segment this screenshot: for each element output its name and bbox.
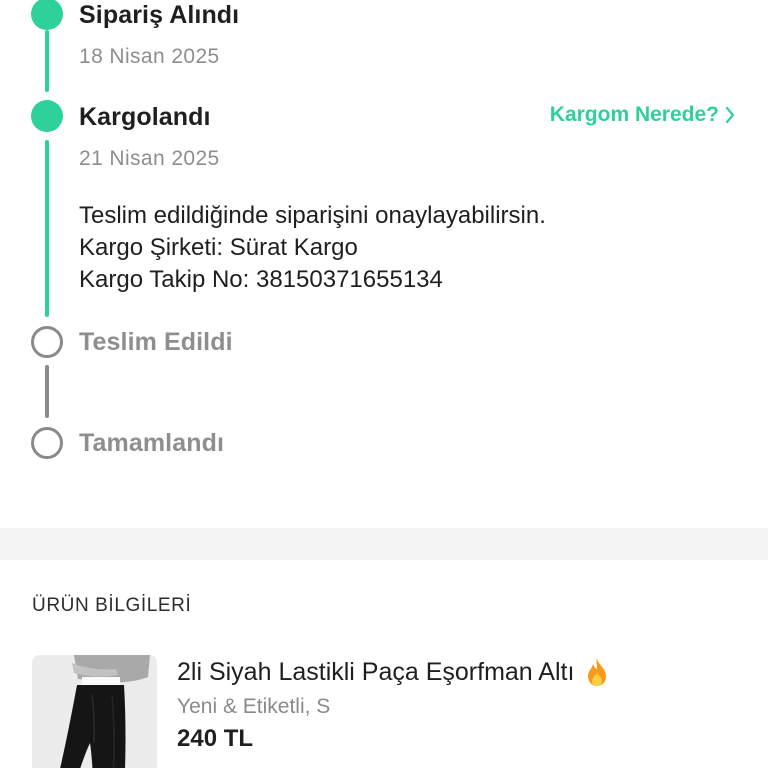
tracking-number: Kargo Takip No: 38150371655134 (79, 266, 443, 293)
product-name[interactable]: 2li Siyah Lastikli Paça Eşorfman Altı (177, 657, 610, 687)
shipment-confirm-note: Teslim edildiğinde siparişini onaylayabi… (79, 202, 546, 229)
step-title-shipped: Kargolandı (79, 103, 211, 131)
step-done-dot (31, 0, 63, 30)
product-image[interactable] (32, 655, 157, 768)
step-title-delivered: Teslim Edildi (79, 328, 233, 356)
fire-icon (588, 658, 607, 686)
product-photo (32, 655, 157, 768)
step-title-completed: Tamamlandı (79, 429, 225, 457)
where-is-my-cargo-label: Kargom Nerede? (549, 103, 719, 126)
step-pending-dot (31, 326, 63, 358)
step-pending-dot (31, 427, 63, 459)
section-separator (0, 528, 768, 560)
step-date-shipped: 21 Nisan 2025 (79, 147, 220, 170)
shipment-details: Teslim edildiğinde siparişini onaylayabi… (79, 200, 546, 296)
step-title-order-received: Sipariş Alındı (79, 1, 240, 29)
product-condition: Yeni & Etiketli, S (177, 695, 331, 718)
product-price: 240 TL (177, 725, 254, 752)
timeline-connector (45, 30, 49, 92)
order-tracking-page: Sipariş Alındı 18 Nisan 2025 Kargolandı … (0, 0, 768, 768)
cargo-company: Kargo Şirketi: Sürat Kargo (79, 234, 358, 261)
step-done-dot (31, 100, 63, 132)
chevron-right-icon (725, 106, 735, 124)
timeline-connector (45, 365, 49, 418)
where-is-my-cargo-link[interactable]: Kargom Nerede? (550, 103, 735, 127)
product-info-heading: ÜRÜN BİLGİLERİ (32, 595, 192, 616)
step-date-order-received: 18 Nisan 2025 (79, 45, 220, 68)
timeline-connector (45, 140, 49, 317)
product-name-text: 2li Siyah Lastikli Paça Eşorfman Altı (177, 657, 575, 686)
